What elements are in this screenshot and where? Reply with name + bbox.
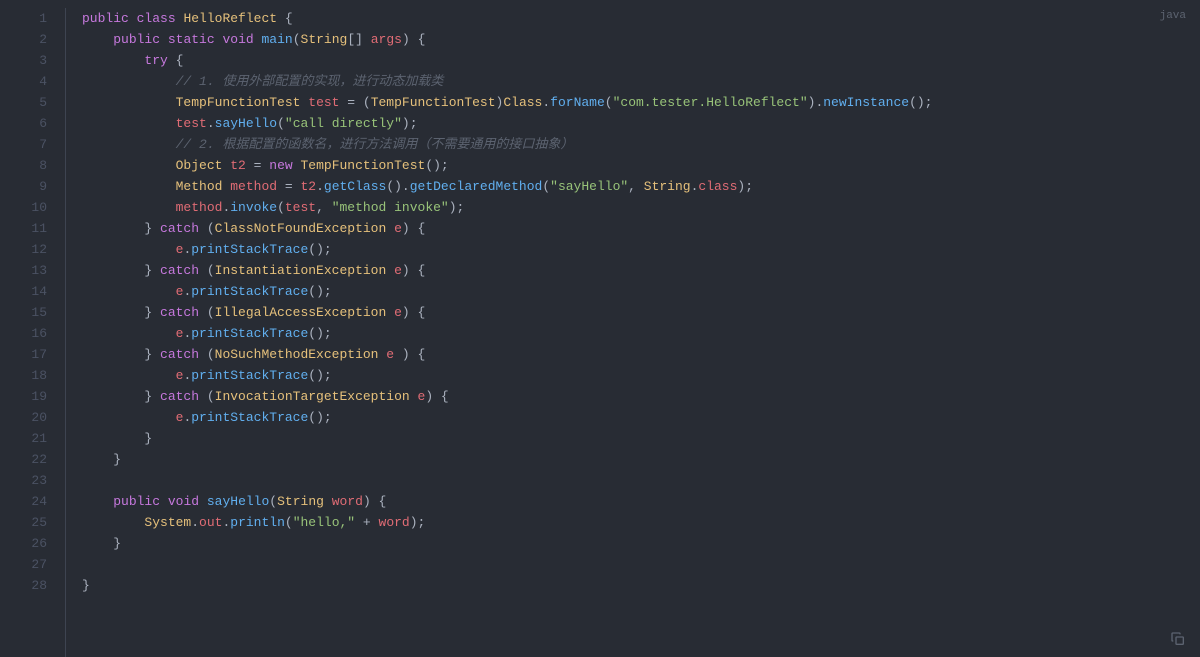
line-number: 17 bbox=[0, 344, 47, 365]
line-number: 16 bbox=[0, 323, 47, 344]
code-line: Method method = t2.getClass().getDeclare… bbox=[82, 176, 1200, 197]
code-line: // 1. 使用外部配置的实现，进行动态加载类 bbox=[82, 71, 1200, 92]
line-number-gutter: 1234567891011121314151617181920212223242… bbox=[0, 8, 66, 657]
line-number: 6 bbox=[0, 113, 47, 134]
line-number: 24 bbox=[0, 491, 47, 512]
code-line: method.invoke(test, "method invoke"); bbox=[82, 197, 1200, 218]
line-number: 13 bbox=[0, 260, 47, 281]
line-number: 8 bbox=[0, 155, 47, 176]
line-number: 28 bbox=[0, 575, 47, 596]
line-number: 3 bbox=[0, 50, 47, 71]
code-line bbox=[82, 554, 1200, 575]
line-number: 22 bbox=[0, 449, 47, 470]
code-line: System.out.println("hello," + word); bbox=[82, 512, 1200, 533]
line-number: 19 bbox=[0, 386, 47, 407]
line-number: 20 bbox=[0, 407, 47, 428]
code-line: e.printStackTrace(); bbox=[82, 365, 1200, 386]
code-line: } bbox=[82, 533, 1200, 554]
code-line: public void sayHello(String word) { bbox=[82, 491, 1200, 512]
line-number: 5 bbox=[0, 92, 47, 113]
line-number: 27 bbox=[0, 554, 47, 575]
line-number: 1 bbox=[0, 8, 47, 29]
line-number: 23 bbox=[0, 470, 47, 491]
code-line: e.printStackTrace(); bbox=[82, 281, 1200, 302]
line-number: 11 bbox=[0, 218, 47, 239]
code-line: } catch (NoSuchMethodException e ) { bbox=[82, 344, 1200, 365]
line-number: 25 bbox=[0, 512, 47, 533]
line-number: 21 bbox=[0, 428, 47, 449]
code-line: test.sayHello("call directly"); bbox=[82, 113, 1200, 134]
code-line: e.printStackTrace(); bbox=[82, 239, 1200, 260]
code-line: public class HelloReflect { bbox=[82, 8, 1200, 29]
line-number: 15 bbox=[0, 302, 47, 323]
code-line: e.printStackTrace(); bbox=[82, 407, 1200, 428]
language-label: java bbox=[1160, 6, 1186, 27]
code-line: // 2. 根据配置的函数名，进行方法调用（不需要通用的接口抽象） bbox=[82, 134, 1200, 155]
line-number: 14 bbox=[0, 281, 47, 302]
line-number: 7 bbox=[0, 134, 47, 155]
line-number: 2 bbox=[0, 29, 47, 50]
line-number: 10 bbox=[0, 197, 47, 218]
code-line: } catch (IllegalAccessException e) { bbox=[82, 302, 1200, 323]
line-number: 26 bbox=[0, 533, 47, 554]
code-block: 1234567891011121314151617181920212223242… bbox=[0, 0, 1200, 657]
line-number: 9 bbox=[0, 176, 47, 197]
code-line: } catch (ClassNotFoundException e) { bbox=[82, 218, 1200, 239]
line-number: 18 bbox=[0, 365, 47, 386]
code-line: try { bbox=[82, 50, 1200, 71]
code-line: Object t2 = new TempFunctionTest(); bbox=[82, 155, 1200, 176]
code-line: } bbox=[82, 575, 1200, 596]
code-line: } bbox=[82, 428, 1200, 449]
code-line: } catch (InstantiationException e) { bbox=[82, 260, 1200, 281]
copy-icon[interactable] bbox=[1170, 631, 1186, 647]
code-line: } catch (InvocationTargetException e) { bbox=[82, 386, 1200, 407]
code-line: public static void main(String[] args) { bbox=[82, 29, 1200, 50]
code-line: } bbox=[82, 449, 1200, 470]
code-line: e.printStackTrace(); bbox=[82, 323, 1200, 344]
code-line bbox=[82, 470, 1200, 491]
code-line: TempFunctionTest test = (TempFunctionTes… bbox=[82, 92, 1200, 113]
line-number: 4 bbox=[0, 71, 47, 92]
line-number: 12 bbox=[0, 239, 47, 260]
code-content[interactable]: public class HelloReflect { public stati… bbox=[66, 8, 1200, 657]
